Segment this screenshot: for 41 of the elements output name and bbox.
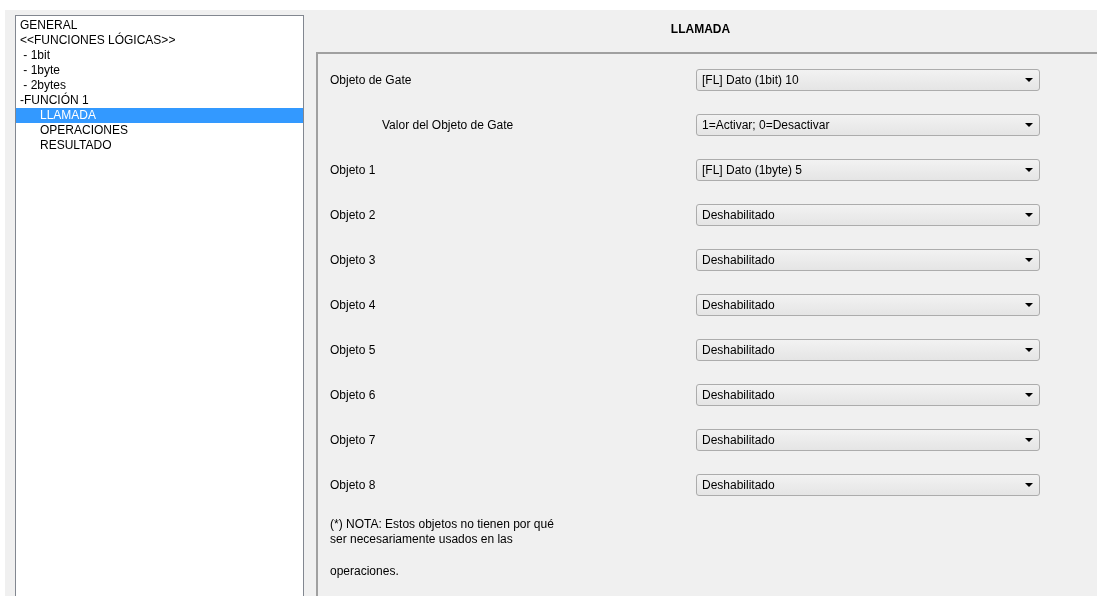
panel-title: LLAMADA [670, 22, 731, 36]
dropdown[interactable]: [FL] Dato (1byte) 5 [696, 158, 1040, 181]
caret-icon [1025, 257, 1033, 262]
dropdown[interactable]: Deshabilitado [696, 428, 1040, 451]
dropdown[interactable]: 1=Activar; 0=Desactivar [696, 113, 1040, 136]
tree-item[interactable]: OPERACIONES [16, 123, 303, 138]
dropdown[interactable]: Deshabilitado [696, 203, 1040, 226]
field-label: Objeto 3 [330, 252, 377, 267]
field-label: Objeto 1 [330, 162, 377, 177]
tree-item[interactable]: <<FUNCIONES LÓGICAS>> [16, 33, 303, 48]
tree-item[interactable]: - 1byte [16, 63, 303, 78]
field-label: Objeto de Gate [330, 72, 413, 87]
dropdown[interactable]: Deshabilitado [696, 383, 1040, 406]
note-text: operaciones. [330, 564, 400, 579]
tree-item[interactable]: - 2bytes [16, 78, 303, 93]
dropdown[interactable]: [FL] Dato (1bit) 10 [696, 68, 1040, 91]
caret-icon [1025, 122, 1033, 127]
field-label: Objeto 4 [330, 297, 377, 312]
caret-icon [1025, 437, 1033, 442]
caret-icon [1025, 392, 1033, 397]
dropdown[interactable]: Deshabilitado [696, 293, 1040, 316]
field-label: Objeto 6 [330, 387, 377, 402]
caret-icon [1025, 167, 1033, 172]
caret-icon [1025, 212, 1033, 217]
caret-icon [1025, 482, 1033, 487]
dropdown[interactable]: Deshabilitado [696, 248, 1040, 271]
caret-icon [1025, 302, 1033, 307]
caret-icon [1025, 77, 1033, 82]
caret-icon [1025, 347, 1033, 352]
field-label: Objeto 8 [330, 477, 377, 492]
tree-item[interactable]: RESULTADO [16, 138, 303, 153]
tree-item[interactable]: GENERAL [16, 18, 303, 33]
note-text: (*) NOTA: Estos objetos no tienen por qué ser necesariamente usados en las [330, 517, 555, 547]
field-label: Objeto 2 [330, 207, 377, 222]
dropdown[interactable]: Deshabilitado [696, 473, 1040, 496]
tree-item[interactable]: -FUNCIÓN 1 [16, 93, 303, 108]
field-label: Objeto 7 [330, 432, 377, 447]
tree-item[interactable]: - 1bit [16, 48, 303, 63]
field-label: Objeto 5 [330, 342, 377, 357]
field-label: Valor del Objeto de Gate [381, 117, 515, 132]
dropdown[interactable]: Deshabilitado [696, 338, 1040, 361]
